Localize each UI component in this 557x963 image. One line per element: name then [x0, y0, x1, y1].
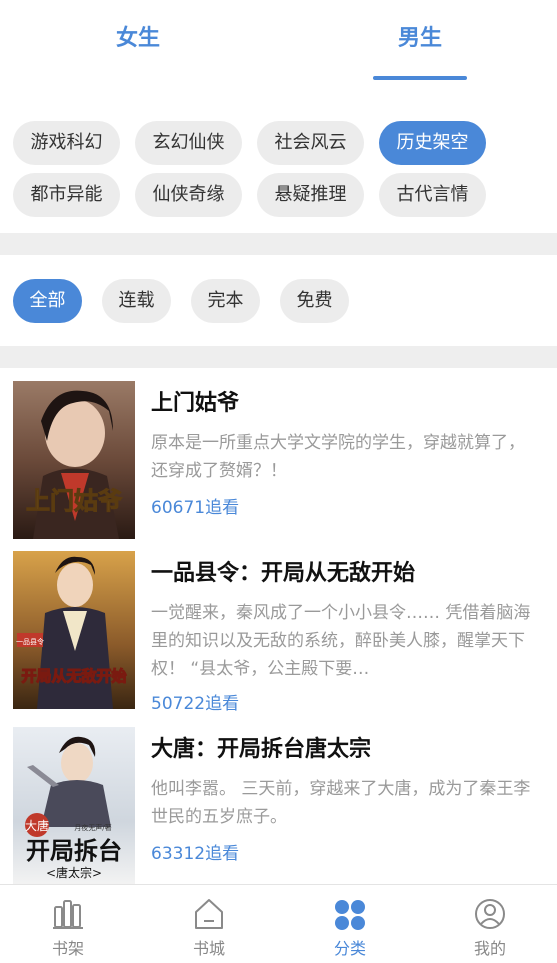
- book-follow-count: 50722追看: [151, 694, 240, 714]
- cover-title-art: 上门姑爷: [26, 486, 123, 515]
- book-item[interactable]: 一品县令 开局从无敌开始 一品县令：开局从无敌开始 一觉醒来，秦风成了一个小小县…: [0, 551, 557, 714]
- book-item[interactable]: 上门姑爷 上门姑爷 原本是一所重点大学文学院的学生，穿越就算了，还穿成了赘婿？！…: [0, 381, 557, 541]
- bookshelf-icon: [53, 900, 83, 929]
- book-title[interactable]: 一品县令：开局从无敌开始: [151, 555, 415, 587]
- filter-chip[interactable]: 连载: [102, 279, 171, 323]
- book-description: 他叫李嚣。 三天前，穿越来了大唐，成为了秦王李世民的五岁庶子。: [151, 779, 531, 827]
- cover-subtitle: <唐太宗>: [46, 865, 102, 880]
- book-description: 原本是一所重点大学文学院的学生，穿越就算了，还穿成了赘婿？！: [151, 433, 525, 481]
- cover-title-art: 开局从无敌开始: [21, 667, 126, 685]
- bottom-nav: 书架 书城 分类 我的: [0, 884, 557, 963]
- cover-author: 月夜无声/著: [74, 823, 111, 832]
- cover-title-art: 开局拆台: [26, 836, 122, 865]
- nav-category[interactable]: 分类: [300, 885, 400, 963]
- nav-bookstore[interactable]: 书城: [159, 885, 259, 963]
- filter-chip[interactable]: 完本: [191, 279, 260, 323]
- book-follow-count: 60671追看: [151, 498, 240, 518]
- book-cover[interactable]: 一品县令 开局从无敌开始: [13, 551, 135, 709]
- filter-chip-active[interactable]: 全部: [13, 279, 82, 323]
- tab-active-indicator: [373, 76, 467, 80]
- filter-chip[interactable]: 免费: [280, 279, 349, 323]
- book-description: 一觉醒来，秦风成了一个小小县令…… 凭借着脑海里的知识以及无敌的系统，醉卧美人膝…: [151, 603, 531, 679]
- nav-label: 分类: [333, 939, 366, 958]
- home-icon: [195, 899, 223, 929]
- genre-chip[interactable]: 悬疑推理: [257, 173, 364, 217]
- genre-chip[interactable]: 古代言情: [379, 173, 486, 217]
- genre-chip[interactable]: 仙侠奇缘: [135, 173, 242, 217]
- genre-chip[interactable]: 社会风云: [257, 121, 364, 165]
- genre-chip[interactable]: 都市异能: [13, 173, 120, 217]
- book-title[interactable]: 大唐：开局拆台唐太宗: [151, 731, 371, 763]
- nav-label: 书架: [51, 939, 84, 958]
- book-cover[interactable]: 上门姑爷: [13, 381, 135, 539]
- profile-icon: [475, 899, 505, 929]
- genre-chip-active[interactable]: 历史架空: [379, 121, 486, 165]
- cover-tag: 一品县令: [16, 637, 44, 646]
- nav-profile[interactable]: 我的: [440, 885, 540, 963]
- tab-male[interactable]: 男生: [345, 20, 495, 52]
- book-follow-count: 63312追看: [151, 844, 240, 864]
- nav-bookshelf[interactable]: 书架: [18, 885, 118, 963]
- section-divider: [0, 233, 557, 255]
- book-title[interactable]: 上门姑爷: [151, 385, 239, 417]
- gender-tabs: 女生 男生: [0, 0, 557, 82]
- tab-female[interactable]: 女生: [63, 20, 213, 52]
- genre-chip[interactable]: 游戏科幻: [13, 121, 120, 165]
- genre-chip[interactable]: 玄幻仙侠: [135, 121, 242, 165]
- nav-label: 我的: [473, 939, 506, 958]
- category-icon: [335, 900, 365, 930]
- section-divider: [0, 346, 557, 368]
- cover-tag: 大唐: [25, 818, 49, 833]
- book-item[interactable]: 大唐 月夜无声/著 开局拆台 <唐太宗> 大唐：开局拆台唐太宗 他叫李嚣。 三天…: [0, 727, 557, 887]
- book-cover[interactable]: 大唐 月夜无声/著 开局拆台 <唐太宗>: [13, 727, 135, 885]
- nav-label: 书城: [192, 939, 225, 958]
